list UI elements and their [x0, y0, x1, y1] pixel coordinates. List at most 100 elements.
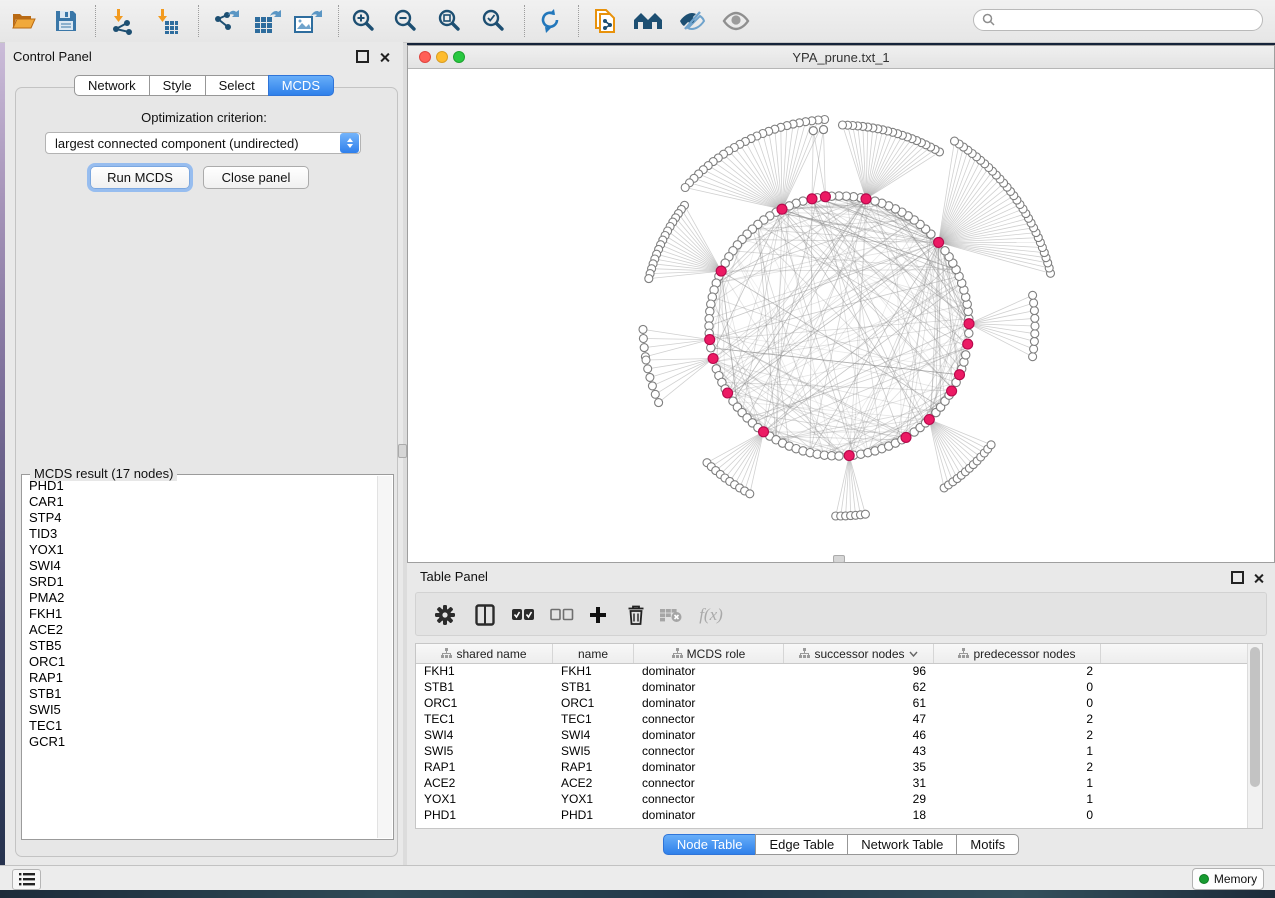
mcds-result-item[interactable]: FKH1 [23, 606, 375, 622]
graph-leaf-node[interactable] [655, 399, 663, 407]
graph-mcds-hub-node[interactable] [924, 415, 934, 425]
control-panel-float-icon[interactable] [356, 50, 369, 68]
table-row[interactable]: TEC1TEC1connector472 [416, 711, 1248, 727]
vertical-splitter-handle[interactable] [398, 444, 407, 458]
import-network-icon[interactable] [106, 6, 138, 36]
table-row[interactable]: RAP1RAP1dominator352 [416, 759, 1248, 775]
graph-leaf-node[interactable] [1031, 330, 1039, 338]
zoom-selected-icon[interactable] [478, 6, 510, 36]
graph-leaf-node[interactable] [746, 490, 754, 498]
table-row[interactable]: SWI5SWI5connector431 [416, 743, 1248, 759]
mcds-result-item[interactable]: ORC1 [23, 654, 375, 670]
zoom-out-icon[interactable] [390, 6, 422, 36]
refresh-view-icon[interactable] [534, 6, 566, 36]
open-session-icon[interactable] [8, 6, 40, 36]
graph-leaf-node[interactable] [645, 275, 653, 283]
column-header-name[interactable]: name [553, 644, 634, 663]
add-column-plus-icon[interactable] [583, 603, 613, 627]
clone-network-icon[interactable] [590, 6, 622, 36]
graph-leaf-node[interactable] [1031, 322, 1039, 330]
graph-mcds-hub-node[interactable] [861, 194, 871, 204]
graph-mcds-hub-node[interactable] [708, 354, 718, 364]
tab-mcds[interactable]: MCDS [268, 75, 334, 96]
column-header-predecessor-nodes[interactable]: predecessor nodes [934, 644, 1101, 663]
graph-mcds-hub-node[interactable] [807, 194, 817, 204]
graph-mcds-hub-node[interactable] [705, 335, 715, 345]
graph-leaf-node[interactable] [809, 127, 817, 135]
graph-leaf-node[interactable] [642, 356, 650, 364]
horizontal-splitter-handle[interactable] [833, 555, 845, 563]
import-table-icon[interactable] [150, 6, 182, 36]
graph-node[interactable] [941, 247, 949, 255]
network-overview-houses-icon[interactable] [632, 6, 664, 36]
graph-leaf-node[interactable] [640, 344, 648, 352]
graph-leaf-node[interactable] [987, 441, 995, 449]
graph-leaf-node[interactable] [820, 126, 828, 134]
table-row[interactable]: STB1STB1dominator620 [416, 679, 1248, 695]
table-row[interactable]: ACE2ACE2connector311 [416, 775, 1248, 791]
mcds-result-item[interactable]: ACE2 [23, 622, 375, 638]
network-window-titlebar[interactable]: YPA_prune.txt_1 [408, 46, 1274, 69]
mcds-result-item[interactable]: TEC1 [23, 718, 375, 734]
table-row[interactable]: FKH1FKH1dominator962 [416, 663, 1248, 679]
tab-network[interactable]: Network [74, 75, 150, 96]
column-header-shared-name[interactable]: shared name [416, 644, 553, 663]
graph-leaf-node[interactable] [639, 335, 647, 343]
graph-leaf-node[interactable] [646, 373, 654, 381]
graph-leaf-node[interactable] [1031, 314, 1039, 322]
graph-mcds-hub-node[interactable] [901, 432, 911, 442]
graph-leaf-node[interactable] [651, 390, 659, 398]
tab-select[interactable]: Select [205, 75, 269, 96]
export-network-icon[interactable] [210, 6, 242, 36]
table-settings-gear-icon[interactable] [430, 603, 460, 627]
control-panel-close-icon[interactable] [379, 50, 390, 68]
table-panel-float-icon[interactable] [1231, 571, 1244, 589]
graph-leaf-node[interactable] [1030, 337, 1038, 345]
graph-mcds-hub-node[interactable] [759, 427, 769, 437]
graph-leaf-node[interactable] [1030, 345, 1038, 353]
graph-mcds-hub-node[interactable] [964, 319, 974, 329]
graph-leaf-node[interactable] [681, 184, 689, 192]
graph-leaf-node[interactable] [644, 365, 652, 373]
run-mcds-button[interactable]: Run MCDS [90, 166, 190, 189]
graph-leaf-node[interactable] [1030, 307, 1038, 315]
mcds-result-item[interactable]: PHD1 [23, 478, 375, 494]
graph-mcds-hub-node[interactable] [777, 204, 787, 214]
hide-selected-eye-slash-icon[interactable] [676, 6, 708, 36]
save-session-icon[interactable] [50, 6, 82, 36]
graph-mcds-hub-node[interactable] [844, 451, 854, 461]
mcds-result-item[interactable]: TID3 [23, 526, 375, 542]
table-row[interactable]: PHD1PHD1dominator180 [416, 807, 1248, 823]
delete-column-trash-icon[interactable] [621, 603, 651, 627]
close-panel-button[interactable]: Close panel [203, 166, 309, 189]
memory-button[interactable]: Memory [1192, 868, 1264, 890]
export-image-icon[interactable] [292, 6, 324, 36]
mcds-result-item[interactable]: SWI5 [23, 702, 375, 718]
show-all-eye-icon[interactable] [720, 6, 752, 36]
graph-node[interactable] [871, 197, 879, 205]
graph-leaf-node[interactable] [1030, 299, 1038, 307]
export-table-icon[interactable] [252, 6, 284, 36]
mcds-list-scrollbar[interactable] [377, 476, 392, 838]
column-header-MCDS-role[interactable]: MCDS role [634, 644, 784, 663]
mcds-result-item[interactable]: SWI4 [23, 558, 375, 574]
graph-mcds-hub-node[interactable] [955, 370, 965, 380]
mcds-result-item[interactable]: GCR1 [23, 734, 375, 750]
tab-motifs[interactable]: Motifs [956, 834, 1019, 855]
delete-table-icon[interactable] [656, 603, 686, 627]
tab-node-table[interactable]: Node Table [663, 834, 757, 855]
graph-mcds-hub-node[interactable] [723, 388, 733, 398]
criterion-select[interactable]: largest connected component (undirected) [45, 132, 361, 154]
select-all-check-icon[interactable] [508, 603, 538, 627]
table-row[interactable]: ORC1ORC1dominator610 [416, 695, 1248, 711]
zoom-in-icon[interactable] [348, 6, 380, 36]
mcds-result-item[interactable]: YOX1 [23, 542, 375, 558]
graph-mcds-hub-node[interactable] [934, 237, 944, 247]
node-table-scrollbar[interactable] [1247, 644, 1262, 828]
graph-mcds-hub-node[interactable] [716, 266, 726, 276]
table-row[interactable]: YOX1YOX1connector291 [416, 791, 1248, 807]
graph-leaf-node[interactable] [861, 510, 869, 518]
tab-network-table[interactable]: Network Table [847, 834, 957, 855]
mcds-result-item[interactable]: STP4 [23, 510, 375, 526]
function-builder-icon[interactable]: f(x) [696, 603, 726, 627]
